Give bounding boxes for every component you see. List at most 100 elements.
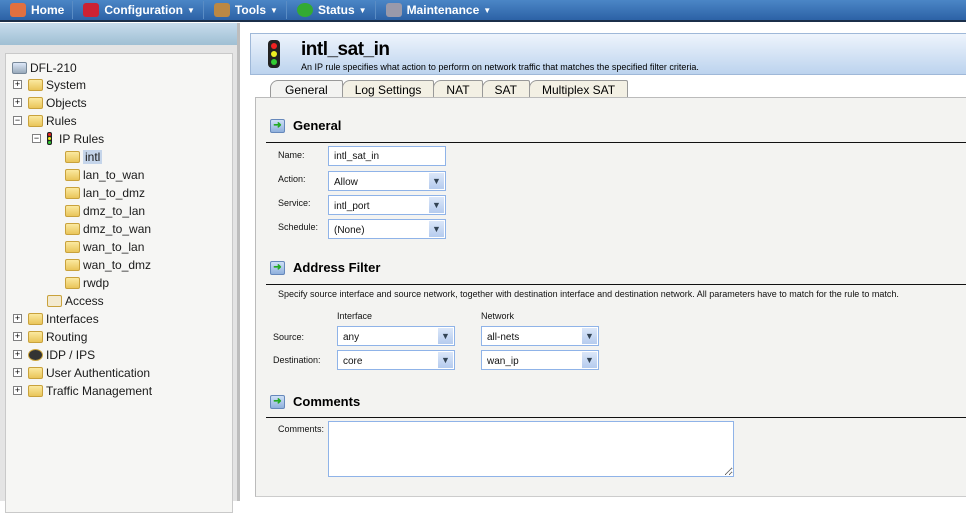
page-title: intl_sat_in	[301, 39, 390, 60]
navigation-pane: DFL-210 + System + Objects − Rules − IP Rule…	[0, 23, 237, 513]
tree-item-rules[interactable]: − Rules	[13, 112, 77, 129]
service-label: Service:	[278, 198, 311, 208]
section-general: ➜ General	[270, 118, 341, 133]
section-arrow-icon: ➜	[270, 118, 285, 133]
tree-item-dmz-to-lan[interactable]: dmz_to_lan	[65, 202, 145, 219]
collapse-icon[interactable]: −	[32, 134, 41, 143]
expand-icon[interactable]: +	[13, 368, 22, 377]
section-arrow-icon: ➜	[270, 260, 285, 275]
menu-configuration[interactable]: Configuration ▼	[73, 1, 204, 19]
status-icon	[296, 3, 313, 17]
chevron-down-icon: ▼	[438, 328, 453, 344]
name-label: Name:	[278, 150, 305, 160]
menu-maintenance[interactable]: Maintenance ▼	[376, 1, 500, 19]
bomb-icon	[28, 348, 43, 361]
source-network-select[interactable]: all-nets ▼	[481, 326, 599, 346]
tree-item-interfaces[interactable]: + Interfaces	[13, 310, 99, 327]
expand-icon[interactable]: +	[13, 350, 22, 359]
tree-item-access[interactable]: Access	[47, 292, 104, 309]
interface-header: Interface	[337, 311, 373, 321]
maintenance-icon	[385, 3, 402, 17]
access-icon	[47, 294, 62, 307]
home-icon	[10, 3, 26, 17]
page-subtitle: An IP rule specifies what action to perf…	[301, 62, 699, 72]
menu-home[interactable]: Home	[0, 1, 74, 19]
folder-icon	[28, 384, 43, 397]
chevron-down-icon: ▼	[429, 197, 444, 213]
tree-item-traffic-management[interactable]: + Traffic Management	[13, 382, 152, 399]
action-label: Action:	[278, 174, 306, 184]
tree-root[interactable]: DFL-210	[12, 59, 77, 76]
tab-nat[interactable]: NAT	[433, 80, 483, 98]
tree-item-dmz-to-wan[interactable]: dmz_to_wan	[65, 220, 151, 237]
folder-icon	[28, 330, 43, 343]
traffic-light-icon	[47, 132, 52, 145]
configuration-icon	[83, 3, 100, 17]
tree-item-lan-to-dmz[interactable]: lan_to_dmz	[65, 184, 145, 201]
rule-folder-icon	[65, 258, 80, 271]
destination-interface-select[interactable]: core ▼	[337, 350, 455, 370]
destination-label: Destination:	[273, 355, 321, 365]
rule-folder-icon	[65, 204, 80, 217]
tree-item-idp-ips[interactable]: + IDP / IPS	[13, 346, 95, 363]
folder-icon	[28, 312, 43, 325]
device-icon	[12, 61, 27, 74]
expand-icon[interactable]: +	[13, 332, 22, 341]
expand-icon[interactable]: +	[13, 386, 22, 395]
tree-item-user-authentication[interactable]: + User Authentication	[13, 364, 150, 381]
divider	[266, 417, 966, 418]
tree-item-routing[interactable]: + Routing	[13, 328, 87, 345]
tree-item-system[interactable]: + System	[13, 76, 86, 93]
tab-sat[interactable]: SAT	[481, 80, 530, 98]
navigation-header	[0, 23, 237, 45]
name-input[interactable]: intl_sat_in	[328, 146, 446, 166]
destination-network-select[interactable]: wan_ip ▼	[481, 350, 599, 370]
source-label: Source:	[273, 332, 305, 342]
source-interface-select[interactable]: any ▼	[337, 326, 455, 346]
expand-icon[interactable]: +	[13, 314, 22, 323]
expand-icon[interactable]: +	[13, 80, 22, 89]
expand-icon[interactable]: +	[13, 98, 22, 107]
chevron-down-icon: ▼	[483, 5, 492, 15]
tools-icon	[213, 3, 230, 17]
menu-status[interactable]: Status ▼	[287, 1, 376, 19]
divider	[266, 284, 966, 285]
rule-folder-icon	[65, 150, 80, 163]
tree-item-intl[interactable]: intl	[65, 148, 103, 165]
tree-item-ip-rules[interactable]: − IP Rules	[32, 130, 104, 147]
top-menu-bar: Home Configuration ▼ Tools ▼ Status ▼ Maint…	[0, 0, 966, 22]
chevron-down-icon: ▼	[358, 5, 367, 15]
rule-folder-icon	[65, 240, 80, 253]
tab-log-settings[interactable]: Log Settings	[341, 80, 435, 98]
comments-textarea[interactable]	[328, 421, 734, 477]
traffic-light-icon	[268, 40, 280, 68]
chevron-down-icon: ▼	[582, 352, 597, 368]
folder-icon	[28, 96, 43, 109]
tree-item-objects[interactable]: + Objects	[13, 94, 87, 111]
comments-label: Comments:	[278, 424, 325, 434]
rule-folder-icon	[65, 186, 80, 199]
section-arrow-icon: ➜	[270, 394, 285, 409]
chevron-down-icon: ▼	[582, 328, 597, 344]
service-select[interactable]: intl_port ▼	[328, 195, 446, 215]
chevron-down-icon: ▼	[438, 352, 453, 368]
menu-tools[interactable]: Tools ▼	[204, 1, 287, 19]
rule-folder-icon	[65, 222, 80, 235]
tab-multiplex-sat[interactable]: Multiplex SAT	[528, 80, 629, 98]
rule-folder-icon	[65, 276, 80, 289]
chevron-down-icon: ▼	[429, 173, 444, 189]
section-comments: ➜ Comments	[270, 394, 360, 409]
action-select[interactable]: Allow ▼	[328, 171, 446, 191]
tree-item-lan-to-wan[interactable]: lan_to_wan	[65, 166, 144, 183]
page-header: intl_sat_in An IP rule specifies what ac…	[250, 33, 966, 75]
folder-icon	[28, 114, 43, 127]
tree-item-wan-to-lan[interactable]: wan_to_lan	[65, 238, 144, 255]
schedule-select[interactable]: (None) ▼	[328, 219, 446, 239]
pane-splitter[interactable]	[237, 23, 240, 501]
tree-item-rwdp[interactable]: rwdp	[65, 274, 109, 291]
navigation-tree: DFL-210 + System + Objects − Rules − IP Rule…	[5, 53, 233, 513]
chevron-down-icon: ▼	[187, 5, 195, 15]
collapse-icon[interactable]: −	[13, 116, 22, 125]
section-address-filter: ➜ Address Filter	[270, 260, 380, 275]
tree-item-wan-to-dmz[interactable]: wan_to_dmz	[65, 256, 151, 273]
